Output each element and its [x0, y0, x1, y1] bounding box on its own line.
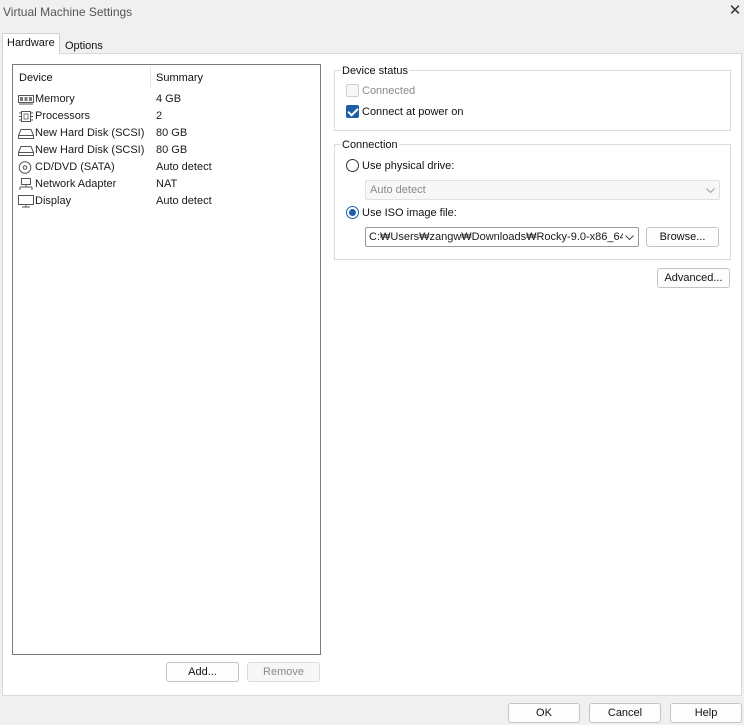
- memory-icon: [18, 93, 34, 106]
- connect-at-power-on-checkbox[interactable]: [346, 105, 359, 118]
- title-bar: Virtual Machine Settings ✕: [0, 0, 744, 24]
- column-separator[interactable]: [150, 67, 151, 89]
- iso-path-select[interactable]: C:₩Users₩zangw₩Downloads₩Rocky-9.0-x86_6…: [365, 227, 639, 247]
- use-iso-image-label: Use ISO image file:: [362, 207, 457, 219]
- display-icon: [18, 195, 34, 208]
- device-column-header[interactable]: Device: [19, 72, 53, 84]
- physical-drive-select[interactable]: Auto detect: [365, 180, 720, 200]
- device-status-group: Device status Connected Connect at power…: [334, 65, 731, 131]
- device-summary: 80 GB: [156, 127, 188, 139]
- use-physical-drive-label: Use physical drive:: [362, 160, 455, 172]
- device-name: Memory: [35, 93, 75, 105]
- device-name: New Hard Disk (SCSI): [35, 127, 145, 139]
- chevron-down-icon: [705, 181, 716, 199]
- remove-button[interactable]: Remove: [247, 662, 320, 682]
- ok-button[interactable]: OK: [508, 703, 580, 723]
- use-iso-image-radio[interactable]: [346, 206, 359, 219]
- device-row-hard-disk-1[interactable]: New Hard Disk (SCSI) 80 GB: [13, 125, 320, 142]
- hard-disk-icon: [17, 127, 35, 140]
- chevron-down-icon: [624, 228, 635, 246]
- connected-checkbox[interactable]: [346, 84, 359, 97]
- device-name: Network Adapter: [35, 178, 117, 190]
- connection-title: Connection: [341, 139, 399, 151]
- advanced-button[interactable]: Advanced...: [657, 268, 730, 288]
- window-title: Virtual Machine Settings: [3, 5, 133, 19]
- help-button[interactable]: Help: [670, 703, 742, 723]
- device-name: Display: [35, 195, 72, 207]
- device-row-processors[interactable]: Processors 2: [13, 108, 320, 125]
- cd-dvd-icon: [18, 161, 34, 174]
- device-row-hard-disk-2[interactable]: New Hard Disk (SCSI) 80 GB: [13, 142, 320, 159]
- connect-at-power-on-label: Connect at power on: [362, 106, 464, 118]
- add-button[interactable]: Add...: [166, 662, 239, 682]
- device-row-memory[interactable]: Memory 4 GB: [13, 91, 320, 108]
- device-row-display[interactable]: Display Auto detect: [13, 193, 320, 210]
- device-name: New Hard Disk (SCSI): [35, 144, 145, 156]
- device-name: CD/DVD (SATA): [35, 161, 115, 173]
- processor-icon: [18, 110, 34, 123]
- device-list[interactable]: Device Summary Memory 4 GB Processors 2 …: [12, 64, 321, 655]
- tab-hardware[interactable]: Hardware: [2, 33, 60, 54]
- device-summary: Auto detect: [156, 195, 212, 207]
- connected-label: Connected: [362, 85, 416, 97]
- device-summary: 4 GB: [156, 93, 182, 105]
- close-icon[interactable]: ✕: [726, 2, 744, 20]
- device-summary: 80 GB: [156, 144, 188, 156]
- tab-options[interactable]: Options: [60, 36, 108, 54]
- use-physical-drive-radio[interactable]: [346, 159, 359, 172]
- browse-button[interactable]: Browse...: [646, 227, 719, 247]
- connection-group: Connection Use physical drive: Auto dete…: [334, 139, 731, 260]
- cancel-button[interactable]: Cancel: [589, 703, 661, 723]
- device-status-title: Device status: [341, 65, 410, 77]
- iso-path-value: C:₩Users₩zangw₩Downloads₩Rocky-9.0-x86_6…: [369, 231, 623, 243]
- device-name: Processors: [35, 110, 91, 122]
- network-adapter-icon: [18, 178, 34, 191]
- device-row-network-adapter[interactable]: Network Adapter NAT: [13, 176, 320, 193]
- device-row-cd-dvd[interactable]: CD/DVD (SATA) Auto detect: [13, 159, 320, 176]
- summary-column-header[interactable]: Summary: [156, 72, 203, 84]
- physical-drive-value: Auto detect: [370, 184, 426, 196]
- device-summary: 2: [156, 110, 163, 122]
- hard-disk-icon: [17, 144, 35, 157]
- device-summary: NAT: [156, 178, 178, 190]
- device-summary: Auto detect: [156, 161, 212, 173]
